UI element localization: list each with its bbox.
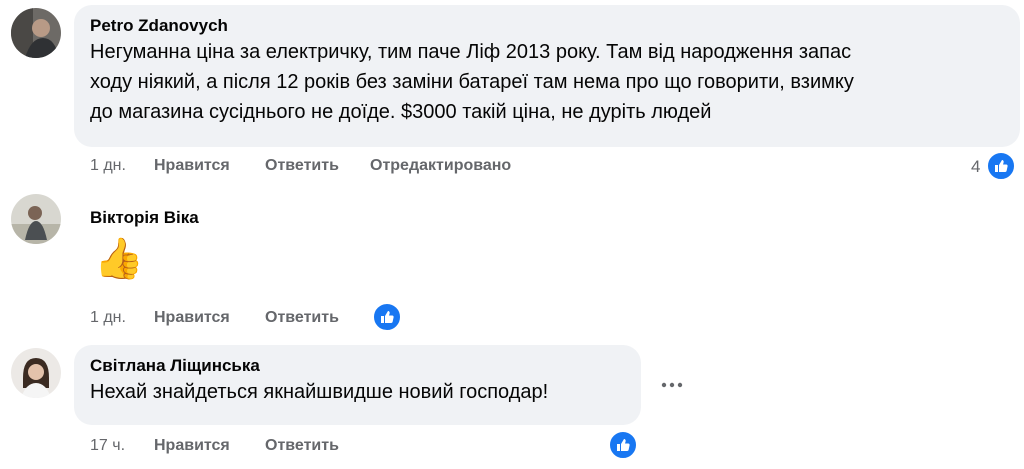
avatar[interactable] bbox=[11, 194, 61, 244]
comment-text-line: до магазина сусіднього не доїде. $3000 т… bbox=[90, 101, 712, 123]
thumbs-up-icon[interactable] bbox=[372, 302, 402, 332]
reply-link[interactable]: Ответить bbox=[265, 434, 339, 458]
edited-label[interactable]: Отредактировано bbox=[370, 154, 511, 178]
comment-timestamp[interactable]: 1 дн. bbox=[90, 306, 126, 330]
comment-author[interactable]: Світлана Ліщинська bbox=[90, 355, 625, 377]
like-link[interactable]: Нравится bbox=[154, 154, 230, 178]
comment-text-line: Нехай знайдеться якнайшвидше новий госпо… bbox=[90, 381, 549, 403]
comment-text-line: ходу ніякий, а після 12 років без заміни… bbox=[90, 71, 854, 93]
comment-text-line: Негуманна ціна за електричку, тим паче Л… bbox=[90, 41, 852, 63]
comment-bubble: Світлана Ліщинська Нехай знайдеться якна… bbox=[74, 345, 641, 425]
thumbs-up-icon[interactable] bbox=[608, 430, 638, 460]
like-link[interactable]: Нравится bbox=[154, 306, 230, 330]
comment-text: Нехай знайдеться якнайшвидше новий госпо… bbox=[90, 377, 625, 407]
comment-timestamp[interactable]: 17 ч. bbox=[90, 434, 125, 458]
reply-link[interactable]: Ответить bbox=[265, 154, 339, 178]
emoji-thumbs-up: 👍 bbox=[94, 237, 144, 281]
comment-bubble: Petro Zdanovych Негуманна ціна за електр… bbox=[74, 5, 1020, 147]
avatar[interactable] bbox=[11, 348, 61, 398]
comment-text: Негуманна ціна за електричку, тим паче Л… bbox=[90, 37, 1004, 127]
reply-link[interactable]: Ответить bbox=[265, 306, 339, 330]
thumbs-up-icon[interactable] bbox=[986, 151, 1016, 181]
reaction-count[interactable]: 4 bbox=[971, 155, 980, 179]
like-link[interactable]: Нравится bbox=[154, 434, 230, 458]
comment-timestamp[interactable]: 1 дн. bbox=[90, 154, 126, 178]
comment-author[interactable]: Вікторія Віка bbox=[90, 207, 199, 229]
avatar[interactable] bbox=[11, 8, 61, 58]
comment-author[interactable]: Petro Zdanovych bbox=[90, 15, 1004, 37]
more-options-icon[interactable] bbox=[656, 369, 688, 401]
